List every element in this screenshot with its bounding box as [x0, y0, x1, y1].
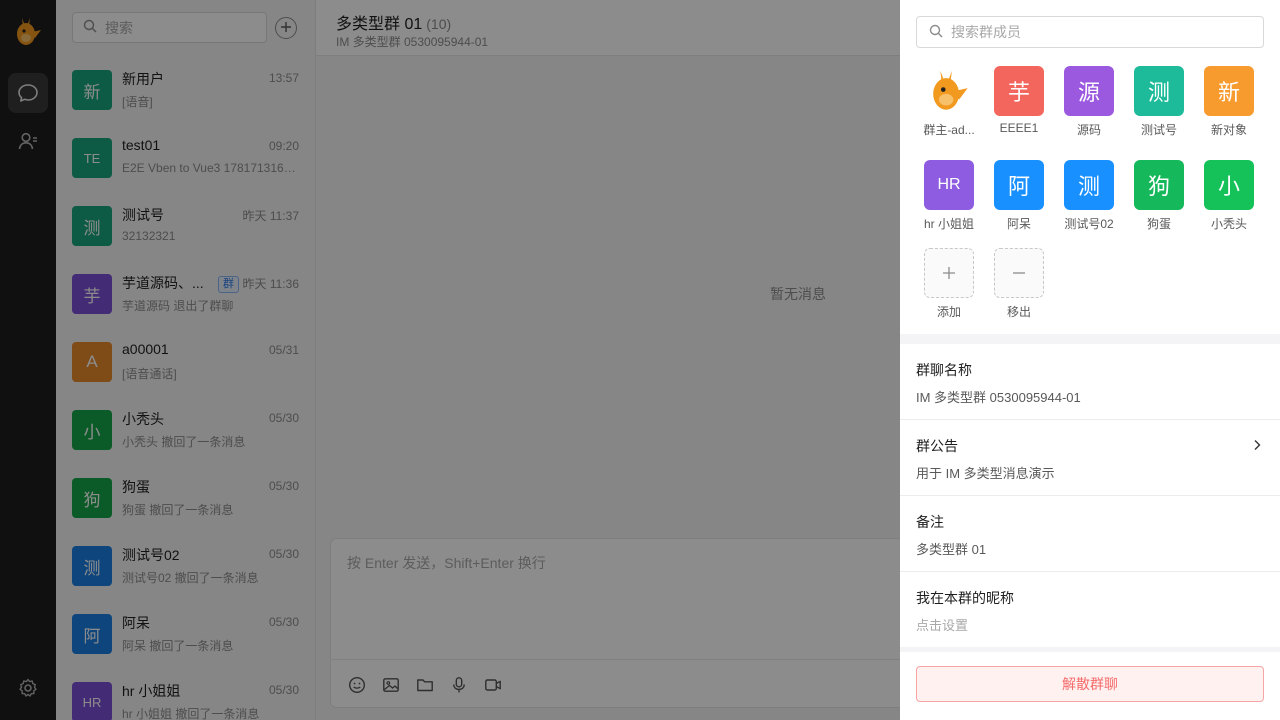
remove-member-button[interactable]: 移出	[984, 248, 1054, 330]
member-search-input[interactable]	[951, 24, 1251, 40]
member-section: 群主-ad...芋EEEE1源源码测测试号新新对象HRhr 小姐姐阿阿呆测测试号…	[900, 0, 1280, 334]
avatar: 测	[1064, 160, 1114, 210]
mascot-logo-icon	[924, 66, 974, 116]
group-settings-drawer: 群主-ad...芋EEEE1源源码测测试号新新对象HRhr 小姐姐阿阿呆测测试号…	[900, 0, 1280, 720]
group-member[interactable]: 源源码	[1054, 66, 1124, 148]
minus-icon	[994, 248, 1044, 298]
group-notice-value: 用于 IM 多类型消息演示	[916, 466, 1055, 481]
my-nickname-label: 我在本群的昵称	[916, 590, 1014, 606]
avatar: 新	[1204, 66, 1254, 116]
group-name-row[interactable]: 群聊名称 IM 多类型群 0530095944-01	[900, 344, 1280, 420]
avatar: HR	[924, 160, 974, 210]
group-member[interactable]: 小小秃头	[1194, 160, 1264, 242]
group-member[interactable]: HR hr 小姐姐	[914, 160, 984, 242]
member-name: 测试号	[1140, 123, 1177, 137]
chevron-right-icon	[1252, 438, 1262, 454]
dissolve-group-button[interactable]: 解散群聊	[916, 666, 1264, 702]
member-name: 阿呆	[1006, 217, 1031, 231]
group-member[interactable]: 测测试号02	[1054, 160, 1124, 242]
add-member-label: 添加	[936, 305, 961, 319]
group-notice-row[interactable]: 群公告 用于 IM 多类型消息演示	[900, 420, 1280, 496]
search-icon	[929, 24, 943, 41]
group-name-label: 群聊名称	[916, 362, 972, 378]
group-member[interactable]: 测测试号	[1124, 66, 1194, 148]
group-member[interactable]: 芋 EEEE1	[984, 66, 1054, 148]
member-name: 新对象	[1210, 123, 1247, 137]
member-name: 狗蛋	[1146, 217, 1171, 231]
group-notice-label: 群公告	[916, 438, 958, 454]
drawer-overlay-mask[interactable]	[0, 0, 900, 720]
add-member-button[interactable]: 添加	[914, 248, 984, 330]
group-name-value: IM 多类型群 0530095944-01	[916, 390, 1081, 405]
member-name: 群主-ad...	[923, 123, 975, 137]
member-search[interactable]	[916, 16, 1264, 48]
group-remark-row[interactable]: 备注 多类型群 01	[900, 496, 1280, 572]
my-nickname-value: 点击设置	[916, 618, 969, 633]
avatar: 狗	[1134, 160, 1184, 210]
member-name: 源码	[1076, 123, 1101, 137]
remove-member-label: 移出	[1006, 305, 1031, 319]
avatar: 芋	[994, 66, 1044, 116]
avatar: 源	[1064, 66, 1114, 116]
plus-icon	[924, 248, 974, 298]
my-nickname-row[interactable]: 我在本群的昵称 点击设置	[900, 572, 1280, 647]
group-member[interactable]: 狗狗蛋	[1124, 160, 1194, 242]
group-member[interactable]: 新新对象	[1194, 66, 1264, 148]
member-name: EEEE1	[999, 121, 1039, 135]
group-remark-value: 多类型群 01	[916, 542, 987, 557]
drawer-footer: 解散群聊	[900, 652, 1280, 720]
member-name: hr 小姐姐	[923, 217, 974, 231]
member-name: 小秃头	[1210, 217, 1247, 231]
group-owner-member[interactable]: 群主-ad...	[914, 66, 984, 148]
avatar: 测	[1134, 66, 1184, 116]
avatar: 阿	[994, 160, 1044, 210]
group-remark-label: 备注	[916, 514, 944, 530]
avatar: 小	[1204, 160, 1254, 210]
group-member[interactable]: 阿阿呆	[984, 160, 1054, 242]
group-info-section: 群聊名称 IM 多类型群 0530095944-01 群公告 用于 IM 多类型…	[900, 344, 1280, 647]
member-grid: 群主-ad... 芋 EEEE1 源源码测测试号新新对象 HR hr 小姐姐阿阿呆测测试号…	[914, 66, 1274, 330]
member-name: 测试号02	[1064, 217, 1114, 231]
